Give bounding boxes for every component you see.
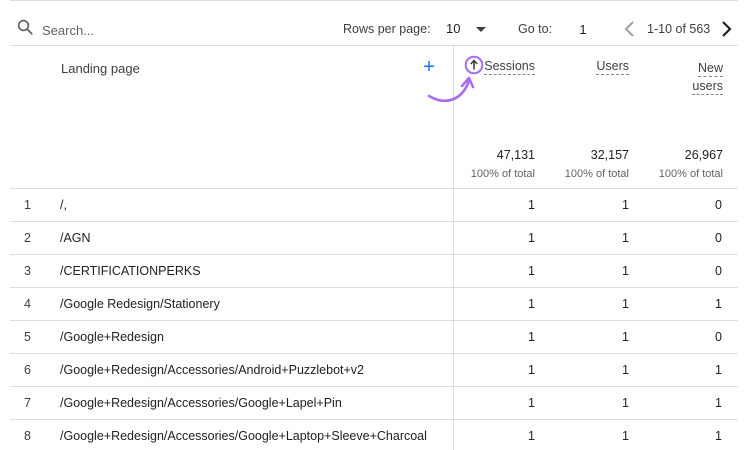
- table-row[interactable]: 4 /Google Redesign/Stationery 1 1 1: [10, 287, 738, 320]
- next-page-button[interactable]: [716, 17, 736, 41]
- rows-per-page-label: Rows per page:: [343, 22, 431, 36]
- sessions-cell: 1: [528, 396, 535, 410]
- new-users-cell: 0: [715, 264, 722, 278]
- new-users-cell: 0: [715, 330, 722, 344]
- new-users-cell: 0: [715, 198, 722, 212]
- search-input[interactable]: [42, 20, 242, 40]
- users-total-percent: 100% of total: [564, 168, 629, 180]
- row-index: 4: [24, 297, 31, 311]
- new-users-cell: 1: [715, 429, 722, 443]
- users-total: 32,157: [590, 148, 629, 162]
- sessions-cell: 1: [528, 231, 535, 245]
- sessions-total: 47,131: [496, 148, 535, 162]
- table-row[interactable]: 1 /, 1 1 0: [10, 188, 738, 221]
- sessions-cell: 1: [528, 429, 535, 443]
- new-users-total: 26,967: [684, 148, 723, 162]
- row-index: 1: [24, 198, 31, 212]
- landing-page-cell[interactable]: /Google+Redesign: [60, 330, 164, 344]
- search-icon[interactable]: [16, 18, 34, 36]
- table-row[interactable]: 8 /Google+Redesign/Accessories/Google+La…: [10, 419, 738, 450]
- users-cell: 1: [622, 264, 629, 278]
- row-index: 2: [24, 231, 31, 245]
- table-row[interactable]: 5 /Google+Redesign 1 1 0: [10, 320, 738, 353]
- chevron-left-icon: [624, 21, 634, 37]
- table-row[interactable]: 6 /Google+Redesign/Accessories/Android+P…: [10, 353, 738, 386]
- new-users-cell: 1: [715, 363, 722, 377]
- landing-page-cell[interactable]: /AGN: [60, 231, 91, 245]
- users-cell: 1: [622, 297, 629, 311]
- sessions-cell: 1: [528, 363, 535, 377]
- sessions-cell: 1: [528, 198, 535, 212]
- landing-page-cell[interactable]: /Google+Redesign/Accessories/Android+Puz…: [60, 363, 364, 377]
- users-cell: 1: [622, 198, 629, 212]
- goto-page-input[interactable]: [565, 16, 601, 42]
- table-row[interactable]: 2 /AGN 1 1 0: [10, 221, 738, 254]
- users-cell: 1: [622, 429, 629, 443]
- landing-page-cell[interactable]: /CERTIFICATIONPERKS: [60, 264, 201, 278]
- new-users-header[interactable]: New users: [670, 59, 723, 95]
- annotation-arrow-icon: [427, 76, 475, 102]
- landing-page-cell[interactable]: /Google+Redesign/Accessories/Google+Lapt…: [60, 429, 427, 443]
- table-row[interactable]: 7 /Google+Redesign/Accessories/Google+La…: [10, 386, 738, 419]
- table-body: 1 /, 1 1 0 2 /AGN 1 1 0 3 /CERTIFICATION…: [10, 188, 738, 450]
- chevron-right-icon: [722, 21, 732, 37]
- table-row[interactable]: 3 /CERTIFICATIONPERKS 1 1 0: [10, 254, 738, 287]
- new-users-cell: 0: [715, 231, 722, 245]
- row-index: 8: [24, 429, 31, 443]
- rows-per-page-value: 10: [446, 21, 461, 36]
- landing-page-cell[interactable]: /,: [60, 198, 67, 212]
- users-cell: 1: [622, 363, 629, 377]
- sessions-total-percent: 100% of total: [470, 168, 535, 180]
- previous-page-button[interactable]: [620, 17, 640, 41]
- sessions-cell: 1: [528, 297, 535, 311]
- landing-page-cell[interactable]: /Google+Redesign/Accessories/Google+Lape…: [60, 396, 342, 410]
- rows-per-page-select[interactable]: 10: [440, 16, 492, 42]
- new-users-cell: 1: [715, 396, 722, 410]
- users-header[interactable]: Users: [580, 59, 629, 75]
- sessions-cell: 1: [528, 330, 535, 344]
- users-cell: 1: [622, 396, 629, 410]
- row-index: 6: [24, 363, 31, 377]
- row-index: 7: [24, 396, 31, 410]
- sessions-header[interactable]: Sessions: [480, 59, 535, 75]
- caret-down-icon: [476, 27, 486, 32]
- landing-page-cell[interactable]: /Google Redesign/Stationery: [60, 297, 220, 311]
- row-index: 3: [24, 264, 31, 278]
- new-users-cell: 1: [715, 297, 722, 311]
- goto-label: Go to:: [518, 22, 553, 36]
- new-users-total-percent: 100% of total: [658, 168, 723, 180]
- sessions-cell: 1: [528, 264, 535, 278]
- table-toolbar: Rows per page: 10 Go to: 1-10 of 563: [10, 0, 738, 46]
- landing-page-header[interactable]: Landing page: [61, 61, 140, 76]
- users-cell: 1: [622, 231, 629, 245]
- row-index: 5: [24, 330, 31, 344]
- users-cell: 1: [622, 330, 629, 344]
- pagination-range: 1-10 of 563: [647, 22, 711, 36]
